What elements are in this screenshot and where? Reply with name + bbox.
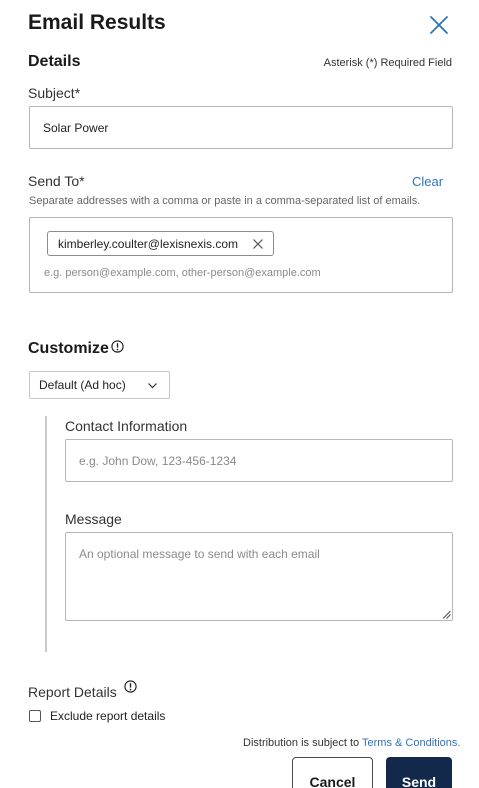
clear-recipients-link[interactable]: Clear (412, 174, 443, 189)
exclude-report-details-checkbox[interactable] (29, 710, 41, 722)
send-to-hint: Separate addresses with a comma or paste… (29, 195, 421, 207)
cancel-button[interactable]: Cancel (292, 757, 373, 788)
template-selected-value: Default (Ad hoc) (39, 378, 126, 392)
exclude-report-details-label: Exclude report details (50, 709, 166, 723)
resize-handle-icon[interactable] (442, 610, 451, 619)
close-icon[interactable] (428, 14, 450, 36)
remove-recipient-icon[interactable] (252, 238, 264, 250)
contact-info-input[interactable] (65, 439, 453, 482)
chevron-down-icon (148, 383, 157, 389)
details-heading: Details (28, 53, 81, 70)
distribution-text: Distribution is subject to (243, 737, 360, 749)
dialog-title: Email Results (28, 11, 166, 34)
contact-info-label: Contact Information (65, 418, 188, 434)
send-button[interactable]: Send (386, 757, 452, 788)
recipient-email: kimberley.coulter@lexisnexis.com (58, 236, 239, 251)
subject-label: Subject* (28, 85, 81, 101)
send-to-input[interactable] (44, 264, 444, 282)
customize-group-divider (45, 416, 47, 652)
distribution-note: Distribution is subject to Terms & Condi… (243, 737, 460, 749)
recipient-chip: kimberley.coulter@lexisnexis.com (47, 231, 274, 256)
info-icon[interactable] (111, 340, 124, 353)
customize-heading: Customize (28, 340, 109, 357)
report-details-heading: Report Details (28, 684, 117, 700)
email-results-dialog: Email Results Details Asterisk (*) Requi… (0, 0, 479, 788)
required-field-note: Asterisk (*) Required Field (323, 57, 452, 69)
send-to-field[interactable]: kimberley.coulter@lexisnexis.com (29, 217, 453, 293)
template-select[interactable]: Default (Ad hoc) (29, 371, 170, 399)
report-info-icon[interactable] (124, 680, 137, 693)
message-textarea[interactable] (65, 532, 453, 621)
terms-link[interactable]: Terms & Conditions. (362, 737, 460, 749)
subject-input[interactable] (29, 106, 453, 149)
message-label: Message (65, 511, 122, 527)
send-to-label: Send To* (28, 173, 85, 189)
